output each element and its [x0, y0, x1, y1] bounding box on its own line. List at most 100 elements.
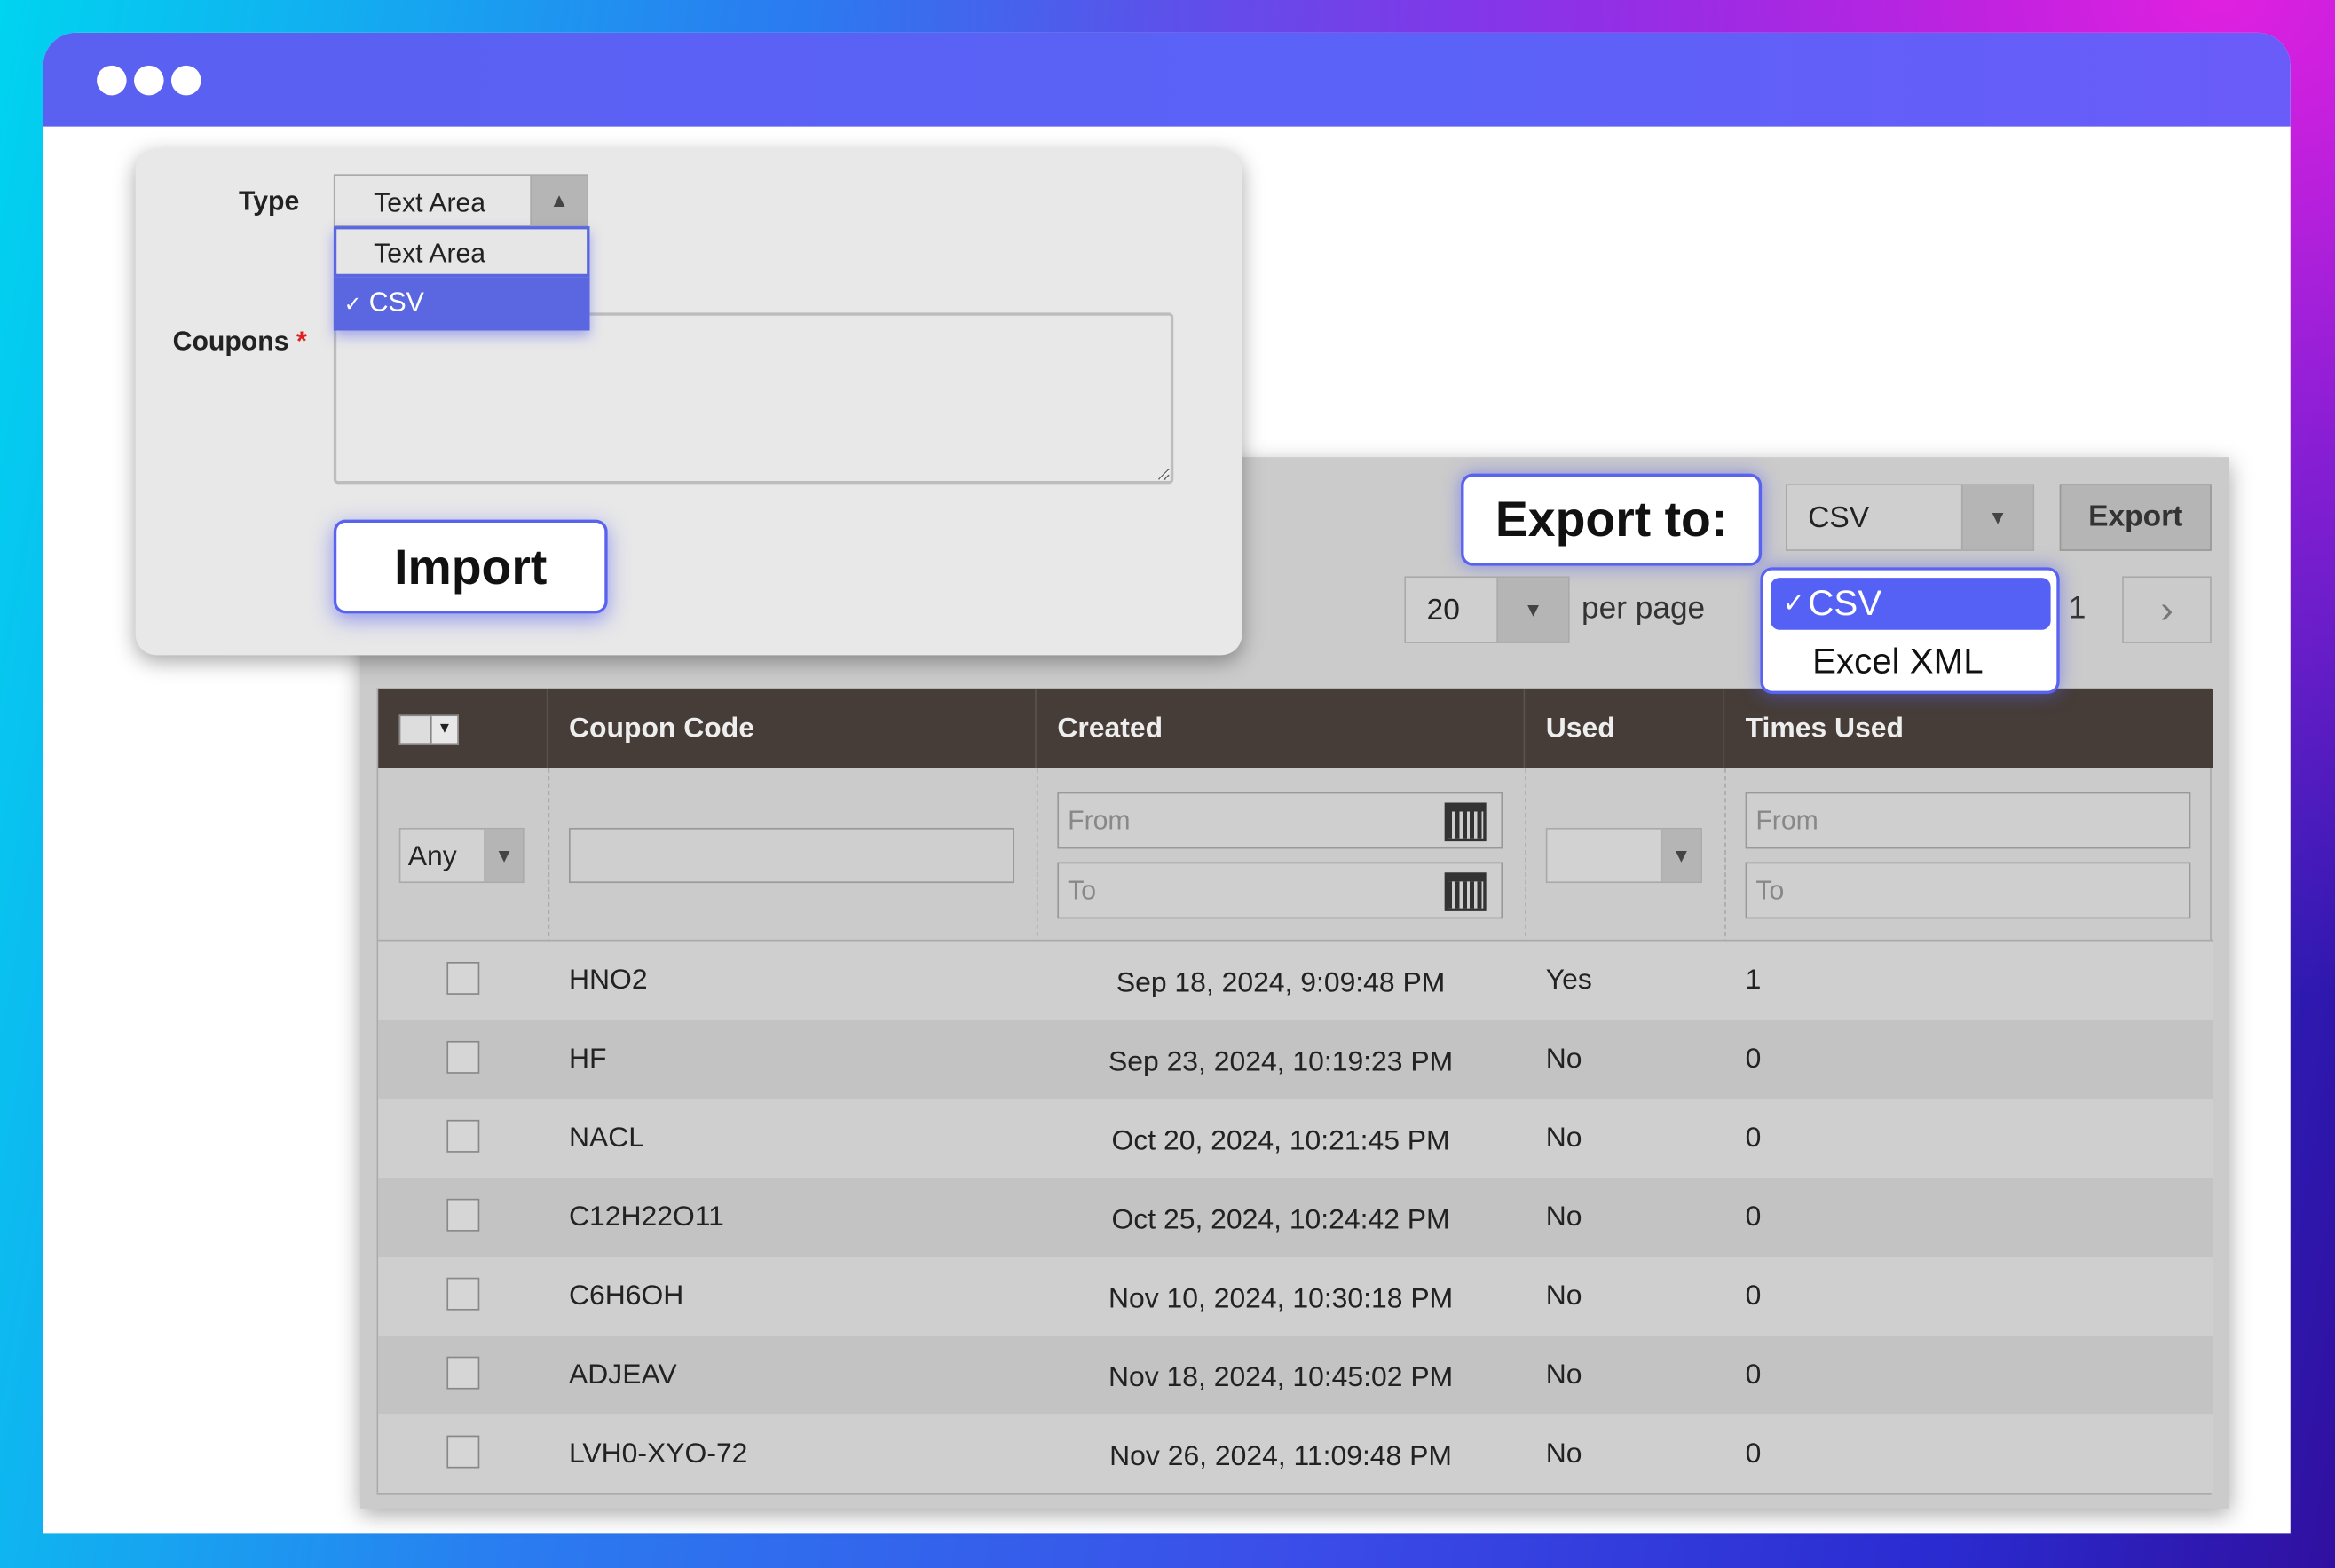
window-dot-icon[interactable]	[97, 65, 127, 96]
type-select[interactable]: Text Area ▲	[333, 174, 588, 227]
window-dot-icon[interactable]	[170, 65, 201, 96]
export-format-dropdown: ✓ CSV Excel XML	[1760, 567, 2060, 694]
created-date: Oct 25, 2024, 10:24:42 PM	[1111, 1203, 1450, 1235]
created-date: Sep 23, 2024, 10:19:23 PM	[1108, 1045, 1454, 1078]
row-checkbox[interactable]	[446, 1119, 480, 1153]
coupon-code: NACL	[568, 1122, 645, 1154]
chevron-down-icon: ▼	[1660, 829, 1701, 882]
export-format-select[interactable]: CSV ▼	[1785, 484, 2035, 551]
export-format-value: CSV	[1808, 501, 1870, 535]
export-button[interactable]: Export	[2059, 484, 2212, 551]
coupon-code: C6H6OH	[568, 1280, 684, 1312]
created-to-input[interactable]: To	[1057, 862, 1503, 919]
per-page-value: 20	[1426, 594, 1460, 627]
created-date: Oct 20, 2024, 10:21:45 PM	[1111, 1124, 1450, 1156]
per-page-label: per page	[1582, 591, 1706, 626]
placeholder: To	[1755, 874, 1785, 905]
created-date: Nov 10, 2024, 10:30:18 PM	[1108, 1282, 1454, 1314]
row-checkbox[interactable]	[446, 1040, 480, 1074]
required-asterisk: *	[296, 326, 307, 357]
option-label: CSV	[1808, 582, 1882, 624]
column-header-coupon-code[interactable]: Coupon Code	[548, 689, 1037, 768]
used-value: Yes	[1545, 964, 1592, 996]
used-value: No	[1545, 1122, 1582, 1154]
type-option-text-area[interactable]: Text Area	[333, 226, 590, 278]
placeholder: From	[1068, 804, 1131, 835]
used-filter-select[interactable]: ▼	[1545, 827, 1702, 884]
calendar-icon[interactable]	[1444, 802, 1487, 842]
window-dot-icon[interactable]	[134, 65, 164, 96]
times-used-value: 1	[1745, 964, 1762, 996]
times-used-value: 0	[1745, 1280, 1762, 1312]
used-value: No	[1545, 1201, 1582, 1233]
row-checkbox[interactable]	[446, 1435, 480, 1469]
used-value: No	[1545, 1359, 1582, 1391]
coupon-code: HF	[568, 1043, 607, 1075]
created-from-input[interactable]: From	[1057, 792, 1503, 849]
created-date: Nov 26, 2024, 11:09:48 PM	[1109, 1440, 1452, 1472]
chevron-down-icon: ▼	[484, 829, 523, 882]
table-row[interactable]: HF Sep 23, 2024, 10:19:23 PM No 0	[378, 1020, 2213, 1099]
times-used-value: 0	[1745, 1122, 1762, 1154]
times-used-value: 0	[1745, 1438, 1762, 1470]
chevron-down-icon: ▼	[1496, 578, 1568, 642]
mass-filter-value: Any	[407, 841, 457, 873]
export-option-excel-xml[interactable]: Excel XML	[1812, 642, 1983, 683]
placeholder: To	[1068, 874, 1097, 905]
created-date: Sep 18, 2024, 9:09:48 PM	[1116, 966, 1446, 999]
chevron-down-icon: ▼	[430, 715, 458, 743]
coupon-code: C12H22O11	[568, 1201, 724, 1233]
export-option-csv[interactable]: ✓ CSV	[1771, 578, 2051, 630]
column-header-times-used[interactable]: Times Used	[1724, 689, 2213, 768]
times-used-to-input[interactable]: To	[1745, 862, 2191, 919]
import-coupons-panel: Type Text Area ▲ Text Area ✓ CSV Coupons …	[135, 148, 1242, 656]
table-row[interactable]: C6H6OH Nov 10, 2024, 10:30:18 PM No 0	[378, 1257, 2213, 1336]
chevron-down-icon: ▼	[1960, 485, 2033, 550]
row-checkbox[interactable]	[446, 1277, 480, 1311]
table-row[interactable]: ADJEAV Nov 18, 2024, 10:45:02 PM No 0	[378, 1336, 2213, 1415]
per-page-select[interactable]: 20 ▼	[1404, 576, 1570, 643]
placeholder: From	[1755, 804, 1818, 835]
times-used-value: 0	[1745, 1201, 1762, 1233]
table-row[interactable]: LVH0-XYO-72 Nov 26, 2024, 11:09:48 PM No…	[378, 1414, 2213, 1494]
filter-row: Any ▼ From To ▼ From To	[378, 768, 2213, 942]
check-icon: ✓	[343, 291, 362, 316]
page-number[interactable]: 1	[2069, 591, 2087, 626]
times-used-from-input[interactable]: From	[1745, 792, 2191, 849]
option-label: CSV	[368, 287, 424, 318]
chevron-right-icon[interactable]: ›	[2122, 576, 2212, 643]
table-row[interactable]: C12H22O11 Oct 25, 2024, 10:24:42 PM No 0	[378, 1178, 2213, 1257]
window-titlebar	[43, 32, 2291, 127]
mass-select-dropdown[interactable]: ▼	[398, 713, 459, 745]
mass-filter-select[interactable]: Any ▼	[398, 827, 525, 884]
column-header-created[interactable]: Created	[1037, 689, 1526, 768]
label-text: Coupons	[172, 326, 289, 357]
row-checkbox[interactable]	[446, 1198, 480, 1232]
used-value: No	[1545, 1043, 1582, 1075]
column-header-used[interactable]: Used	[1525, 689, 1725, 768]
coupon-code: LVH0-XYO-72	[568, 1438, 748, 1470]
coupon-table: ▼ Coupon Code Created Used Times Used An…	[376, 688, 2213, 1495]
table-row[interactable]: NACL Oct 20, 2024, 10:21:45 PM No 0	[378, 1099, 2213, 1178]
coupon-code-filter-input[interactable]	[568, 827, 1014, 884]
check-icon: ✓	[1782, 587, 1805, 619]
row-checkbox[interactable]	[446, 1356, 480, 1390]
calendar-icon[interactable]	[1444, 872, 1487, 911]
times-used-value: 0	[1745, 1359, 1762, 1391]
coupons-textarea[interactable]	[333, 312, 1174, 485]
times-used-value: 0	[1745, 1043, 1762, 1075]
mass-select-header: ▼	[378, 689, 548, 768]
used-value: No	[1545, 1438, 1582, 1470]
import-button[interactable]: Import	[333, 519, 608, 614]
type-option-csv[interactable]: ✓ CSV	[333, 277, 590, 331]
chevron-up-icon: ▲	[530, 176, 588, 225]
type-label: Type	[239, 185, 300, 217]
row-checkbox[interactable]	[446, 961, 480, 995]
table-header: ▼ Coupon Code Created Used Times Used	[378, 689, 2213, 768]
type-dropdown: Text Area ✓ CSV	[333, 226, 590, 331]
table-row[interactable]: HNO2 Sep 18, 2024, 9:09:48 PM Yes 1	[378, 941, 2213, 1020]
type-select-value: Text Area	[374, 187, 486, 217]
coupon-code: HNO2	[568, 964, 648, 996]
export-to-label: Export to:	[1461, 473, 1763, 566]
coupon-code: ADJEAV	[568, 1359, 677, 1391]
